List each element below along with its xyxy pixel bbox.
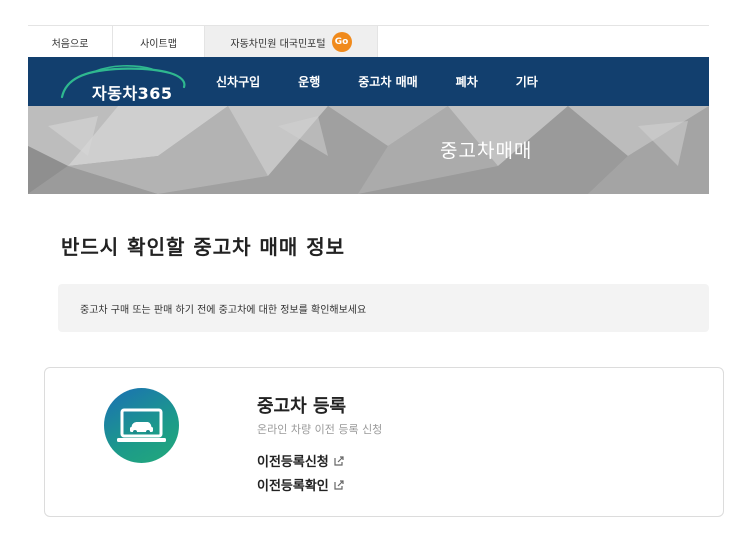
nav-menu: 신차구입 운행 중고차 매매 폐차 기타 [216, 57, 576, 106]
go-badge[interactable]: Go [331, 32, 352, 52]
notice-box: 중고차 구매 또는 판매 하기 전에 중고차에 대한 정보를 확인해보세요 [58, 284, 709, 332]
nav-item-new-car[interactable]: 신차구입 [216, 57, 260, 106]
nav-item-scrap[interactable]: 폐차 [456, 57, 478, 106]
civil-portal-link[interactable]: 자동차민원 대국민포털 Go [205, 26, 378, 58]
civil-portal-label: 자동차민원 대국민포털 [230, 38, 326, 50]
nav-item-used-car[interactable]: 중고차 매매 [358, 57, 417, 106]
card-subtitle: 온라인 차량 이전 등록 신청 [257, 423, 383, 436]
utility-bar: 처음으로 사이트맵 자동차민원 대국민포털 Go [28, 25, 709, 58]
sitemap-link[interactable]: 사이트맵 [113, 26, 205, 58]
transfer-registration-apply-link[interactable]: 이전등록신청 [257, 451, 345, 470]
logo-text: 자동차365 [92, 84, 173, 103]
external-link-icon [334, 455, 344, 466]
page-banner: 중고차매매 [28, 106, 709, 194]
external-link-icon [334, 479, 344, 490]
used-car-registration-card: 중고차 등록 온라인 차량 이전 등록 신청 이전등록신청 이전등록확인 [44, 367, 724, 517]
transfer-registration-check-label: 이전등록확인 [257, 479, 329, 494]
transfer-registration-check-link[interactable]: 이전등록확인 [257, 475, 345, 494]
site-logo[interactable]: 자동차365 [56, 57, 196, 106]
page-title: 반드시 확인할 중고차 매매 정보 [61, 235, 346, 259]
notice-text: 중고차 구매 또는 판매 하기 전에 중고차에 대한 정보를 확인해보세요 [80, 304, 367, 316]
nav-item-driving[interactable]: 운행 [298, 57, 320, 106]
card-title: 중고차 등록 [257, 396, 347, 417]
geometric-pattern-background [28, 106, 709, 194]
transfer-registration-apply-label: 이전등록신청 [257, 455, 329, 470]
banner-title: 중고차매매 [440, 140, 533, 162]
nav-item-etc[interactable]: 기타 [516, 57, 538, 106]
main-navigation: 자동차365 신차구입 운행 중고차 매매 폐차 기타 [28, 57, 709, 106]
home-link[interactable]: 처음으로 [28, 26, 113, 58]
laptop-car-icon [104, 388, 179, 463]
